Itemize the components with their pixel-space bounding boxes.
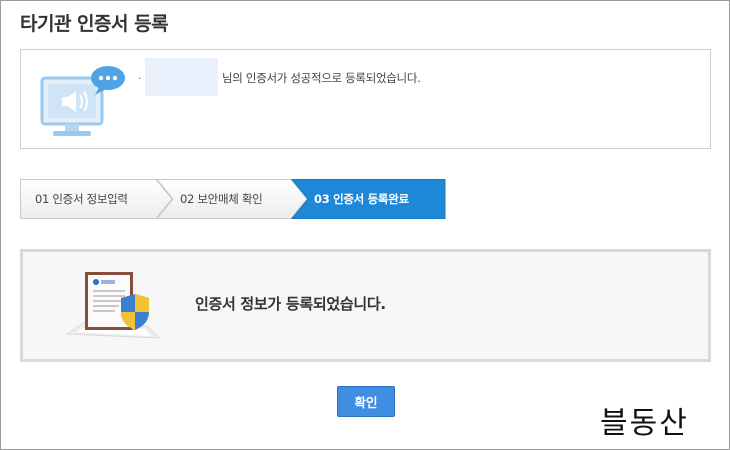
signature-watermark: 블동산 [600, 406, 689, 441]
monitor-speech-bubble-icon [40, 66, 125, 136]
confirm-button[interactable]: 확인 [337, 386, 395, 417]
masked-user-name [145, 58, 218, 96]
step-1-label: 01 인증서 정보입력 [35, 192, 128, 206]
result-message: 인증서 정보가 등록되었습니다. [195, 295, 386, 313]
progress-steps: 01 인증서 정보입력 02 보안매체 확인 03 인증서 등록완료 [20, 179, 450, 219]
bullet-marker: · [138, 74, 142, 85]
result-box: 인증서 정보가 등록되었습니다. [20, 249, 711, 362]
registration-info-box: · 님의 인증서가 성공적으로 등록되었습니다. [20, 49, 711, 149]
step-2-label: 02 보안매체 확인 [180, 192, 263, 206]
registration-success-message: 님의 인증서가 성공적으로 등록되었습니다. [222, 71, 421, 85]
step-3-label: 03 인증서 등록완료 [314, 192, 409, 206]
certificate-shield-icon [65, 272, 161, 339]
page-title: 타기관 인증서 등록 [20, 13, 169, 35]
